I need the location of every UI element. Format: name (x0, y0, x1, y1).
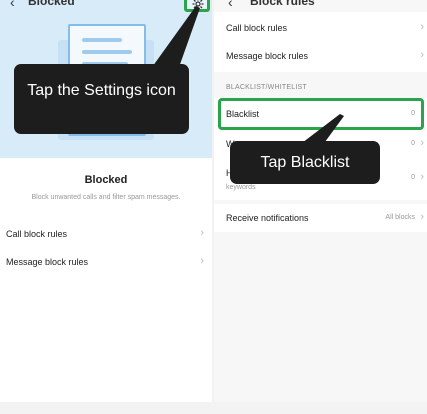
rules-card: Call block rules › Message block rules › (214, 12, 427, 72)
row-label: Call block rules (226, 23, 288, 33)
notifications-value: All blocks (385, 214, 415, 221)
message-block-rules-row[interactable]: Message block rules › (0, 249, 212, 275)
row-sublabel: keywords (226, 184, 256, 191)
chevron-right-icon: › (200, 255, 204, 267)
chevron-right-icon: › (200, 227, 204, 239)
call-block-rules-row[interactable]: Call block rules › (214, 14, 427, 42)
chevron-right-icon: › (420, 171, 424, 183)
gear-icon (192, 0, 204, 10)
chevron-right-icon: › (420, 49, 424, 61)
chevron-right-icon: › (420, 211, 424, 223)
chevron-right-icon: › (420, 137, 424, 149)
row-label: Receive notifications (226, 213, 309, 223)
app-name: Blocked (84, 174, 128, 186)
blacklist-highlight (218, 98, 424, 130)
row-label: Call block rules (6, 229, 68, 239)
message-block-rules-row[interactable]: Message block rules › (214, 42, 427, 70)
back-arrow-icon[interactable]: ‹ (228, 0, 233, 10)
count-value: 0 (411, 140, 415, 147)
block-rules-screen: ‹ Block rules Call block rules › Message… (214, 0, 427, 414)
row-label: Message block rules (226, 51, 309, 61)
settings-button[interactable] (184, 0, 210, 12)
row-label: Message block rules (6, 257, 89, 267)
page-title: Block rules (250, 0, 315, 8)
notifications-card: Receive notifications All blocks › (214, 204, 427, 232)
receive-notifications-row[interactable]: Receive notifications All blocks › (214, 204, 427, 232)
back-arrow-icon[interactable]: ‹ (10, 0, 15, 10)
blocked-screen: ‹ Blocked Blocked Block unwanted calls a… (0, 0, 212, 414)
app-description: Block unwanted calls and filter spam mes… (31, 194, 181, 201)
section-header: BLACKLIST/WHITELIST (226, 84, 307, 91)
settings-callout: Tap the Settings icon (14, 64, 189, 134)
count-value: 0 (411, 174, 415, 181)
chevron-right-icon: › (420, 21, 424, 33)
page-title: Blocked (28, 0, 75, 8)
blacklist-callout: Tap Blacklist (230, 141, 380, 184)
call-block-rules-row[interactable]: Call block rules › (0, 221, 212, 247)
bottom-strip (0, 402, 427, 414)
